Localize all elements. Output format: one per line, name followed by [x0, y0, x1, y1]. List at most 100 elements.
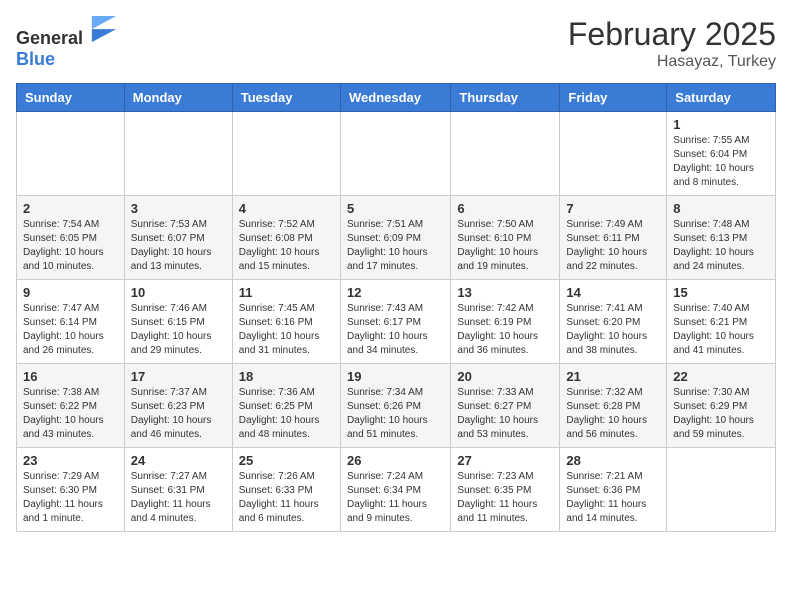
day-info: Sunrise: 7:45 AM Sunset: 6:16 PM Dayligh…: [239, 302, 334, 358]
day-info: Sunrise: 7:32 AM Sunset: 6:28 PM Dayligh…: [566, 386, 660, 442]
month-title: February 2025: [568, 16, 776, 53]
calendar-cell: [560, 112, 667, 196]
day-info: Sunrise: 7:50 AM Sunset: 6:10 PM Dayligh…: [457, 218, 553, 274]
logo-general: General: [16, 28, 83, 48]
day-info: Sunrise: 7:40 AM Sunset: 6:21 PM Dayligh…: [673, 302, 769, 358]
day-info: Sunrise: 7:34 AM Sunset: 6:26 PM Dayligh…: [347, 386, 444, 442]
calendar-cell: 5 Sunrise: 7:51 AM Sunset: 6:09 PM Daylig…: [340, 196, 450, 280]
calendar-cell: [232, 112, 340, 196]
day-number: 16: [23, 369, 118, 384]
day-info: Sunrise: 7:23 AM Sunset: 6:35 PM Dayligh…: [457, 470, 553, 526]
title-block: February 2025 Hasayaz, Turkey: [568, 16, 776, 71]
calendar-cell: 20 Sunrise: 7:33 AM Sunset: 6:27 PM Dayli…: [451, 364, 560, 448]
day-number: 10: [131, 285, 226, 300]
day-info: Sunrise: 7:21 AM Sunset: 6:36 PM Dayligh…: [566, 470, 660, 526]
calendar-cell: [667, 448, 776, 532]
calendar-cell: 14Sunrise: 7:41 AM Sunset: 6:20 PM Dayli…: [560, 280, 667, 364]
calendar-day-header: Friday: [560, 84, 667, 112]
day-number: 5: [347, 201, 444, 216]
logo-icon: [90, 16, 118, 44]
day-info: Sunrise: 7:30 AM Sunset: 6:29 PM Dayligh…: [673, 386, 769, 442]
day-info: Sunrise: 7:52 AM Sunset: 6:08 PM Dayligh…: [239, 218, 334, 274]
day-number: 4: [239, 201, 334, 216]
day-number: 24: [131, 453, 226, 468]
calendar-cell: 18 Sunrise: 7:36 AM Sunset: 6:25 PM Dayli…: [232, 364, 340, 448]
day-info: Sunrise: 7:54 AM Sunset: 6:05 PM Dayligh…: [23, 218, 118, 274]
day-info: Sunrise: 7:24 AM Sunset: 6:34 PM Dayligh…: [347, 470, 444, 526]
calendar-cell: 28 Sunrise: 7:21 AM Sunset: 6:36 PM Dayli…: [560, 448, 667, 532]
calendar-cell: 3 Sunrise: 7:53 AM Sunset: 6:07 PM Daylig…: [124, 196, 232, 280]
day-info: Sunrise: 7:27 AM Sunset: 6:31 PM Dayligh…: [131, 470, 226, 526]
calendar-header-row: SundayMondayTuesdayWednesdayThursdayFrid…: [17, 84, 776, 112]
day-number: 26: [347, 453, 444, 468]
calendar-week-row: 2 Sunrise: 7:54 AM Sunset: 6:05 PM Daylig…: [17, 196, 776, 280]
day-number: 27: [457, 453, 553, 468]
day-number: 18: [239, 369, 334, 384]
day-number: 22: [673, 369, 769, 384]
day-info: Sunrise: 7:46 AM Sunset: 6:15 PM Dayligh…: [131, 302, 226, 358]
day-number: 17: [131, 369, 226, 384]
day-number: 12: [347, 285, 444, 300]
day-info: Sunrise: 7:36 AM Sunset: 6:25 PM Dayligh…: [239, 386, 334, 442]
day-info: Sunrise: 7:29 AM Sunset: 6:30 PM Dayligh…: [23, 470, 118, 526]
calendar-cell: 17Sunrise: 7:37 AM Sunset: 6:23 PM Dayli…: [124, 364, 232, 448]
calendar-cell: 15 Sunrise: 7:40 AM Sunset: 6:21 PM Dayli…: [667, 280, 776, 364]
day-number: 7: [566, 201, 660, 216]
day-info: Sunrise: 7:48 AM Sunset: 6:13 PM Dayligh…: [673, 218, 769, 274]
calendar-cell: [17, 112, 125, 196]
day-number: 28: [566, 453, 660, 468]
calendar-day-header: Wednesday: [340, 84, 450, 112]
calendar-day-header: Monday: [124, 84, 232, 112]
calendar-cell: 26 Sunrise: 7:24 AM Sunset: 6:34 PM Dayli…: [340, 448, 450, 532]
calendar-cell: 19Sunrise: 7:34 AM Sunset: 6:26 PM Dayli…: [340, 364, 450, 448]
calendar-cell: 6 Sunrise: 7:50 AM Sunset: 6:10 PM Daylig…: [451, 196, 560, 280]
day-number: 21: [566, 369, 660, 384]
day-number: 3: [131, 201, 226, 216]
calendar-cell: 22 Sunrise: 7:30 AM Sunset: 6:29 PM Dayli…: [667, 364, 776, 448]
calendar-week-row: 9 Sunrise: 7:47 AM Sunset: 6:14 PM Daylig…: [17, 280, 776, 364]
calendar-cell: [124, 112, 232, 196]
day-info: Sunrise: 7:33 AM Sunset: 6:27 PM Dayligh…: [457, 386, 553, 442]
calendar-cell: 9 Sunrise: 7:47 AM Sunset: 6:14 PM Daylig…: [17, 280, 125, 364]
calendar-cell: 25 Sunrise: 7:26 AM Sunset: 6:33 PM Dayli…: [232, 448, 340, 532]
day-number: 20: [457, 369, 553, 384]
logo: General Blue: [16, 16, 118, 70]
logo-text: General Blue: [16, 16, 118, 70]
calendar-cell: 24 Sunrise: 7:27 AM Sunset: 6:31 PM Dayli…: [124, 448, 232, 532]
day-number: 15: [673, 285, 769, 300]
day-number: 9: [23, 285, 118, 300]
logo-blue: Blue: [16, 49, 55, 69]
day-info: Sunrise: 7:26 AM Sunset: 6:33 PM Dayligh…: [239, 470, 334, 526]
calendar-cell: 2 Sunrise: 7:54 AM Sunset: 6:05 PM Daylig…: [17, 196, 125, 280]
day-number: 2: [23, 201, 118, 216]
calendar-day-header: Tuesday: [232, 84, 340, 112]
day-number: 6: [457, 201, 553, 216]
location-title: Hasayaz, Turkey: [568, 53, 776, 71]
calendar-cell: 7 Sunrise: 7:49 AM Sunset: 6:11 PM Daylig…: [560, 196, 667, 280]
calendar-cell: 11Sunrise: 7:45 AM Sunset: 6:16 PM Dayli…: [232, 280, 340, 364]
day-number: 25: [239, 453, 334, 468]
day-info: Sunrise: 7:51 AM Sunset: 6:09 PM Dayligh…: [347, 218, 444, 274]
calendar-cell: 8Sunrise: 7:48 AM Sunset: 6:13 PM Daylig…: [667, 196, 776, 280]
calendar-week-row: 23 Sunrise: 7:29 AM Sunset: 6:30 PM Dayli…: [17, 448, 776, 532]
calendar-cell: 13Sunrise: 7:42 AM Sunset: 6:19 PM Dayli…: [451, 280, 560, 364]
calendar-day-header: Sunday: [17, 84, 125, 112]
calendar-day-header: Saturday: [667, 84, 776, 112]
day-info: Sunrise: 7:41 AM Sunset: 6:20 PM Dayligh…: [566, 302, 660, 358]
day-number: 23: [23, 453, 118, 468]
day-info: Sunrise: 7:43 AM Sunset: 6:17 PM Dayligh…: [347, 302, 444, 358]
calendar-cell: 21 Sunrise: 7:32 AM Sunset: 6:28 PM Dayli…: [560, 364, 667, 448]
day-number: 1: [673, 117, 769, 132]
calendar-cell: [340, 112, 450, 196]
day-info: Sunrise: 7:49 AM Sunset: 6:11 PM Dayligh…: [566, 218, 660, 274]
calendar-table: SundayMondayTuesdayWednesdayThursdayFrid…: [16, 83, 776, 532]
day-info: Sunrise: 7:53 AM Sunset: 6:07 PM Dayligh…: [131, 218, 226, 274]
calendar-cell: 27 Sunrise: 7:23 AM Sunset: 6:35 PM Dayli…: [451, 448, 560, 532]
calendar-week-row: 1Sunrise: 7:55 AM Sunset: 6:04 PM Daylig…: [17, 112, 776, 196]
calendar-cell: 16 Sunrise: 7:38 AM Sunset: 6:22 PM Dayli…: [17, 364, 125, 448]
day-info: Sunrise: 7:47 AM Sunset: 6:14 PM Dayligh…: [23, 302, 118, 358]
day-info: Sunrise: 7:38 AM Sunset: 6:22 PM Dayligh…: [23, 386, 118, 442]
calendar-week-row: 16 Sunrise: 7:38 AM Sunset: 6:22 PM Dayli…: [17, 364, 776, 448]
calendar-cell: 1Sunrise: 7:55 AM Sunset: 6:04 PM Daylig…: [667, 112, 776, 196]
calendar-cell: [451, 112, 560, 196]
